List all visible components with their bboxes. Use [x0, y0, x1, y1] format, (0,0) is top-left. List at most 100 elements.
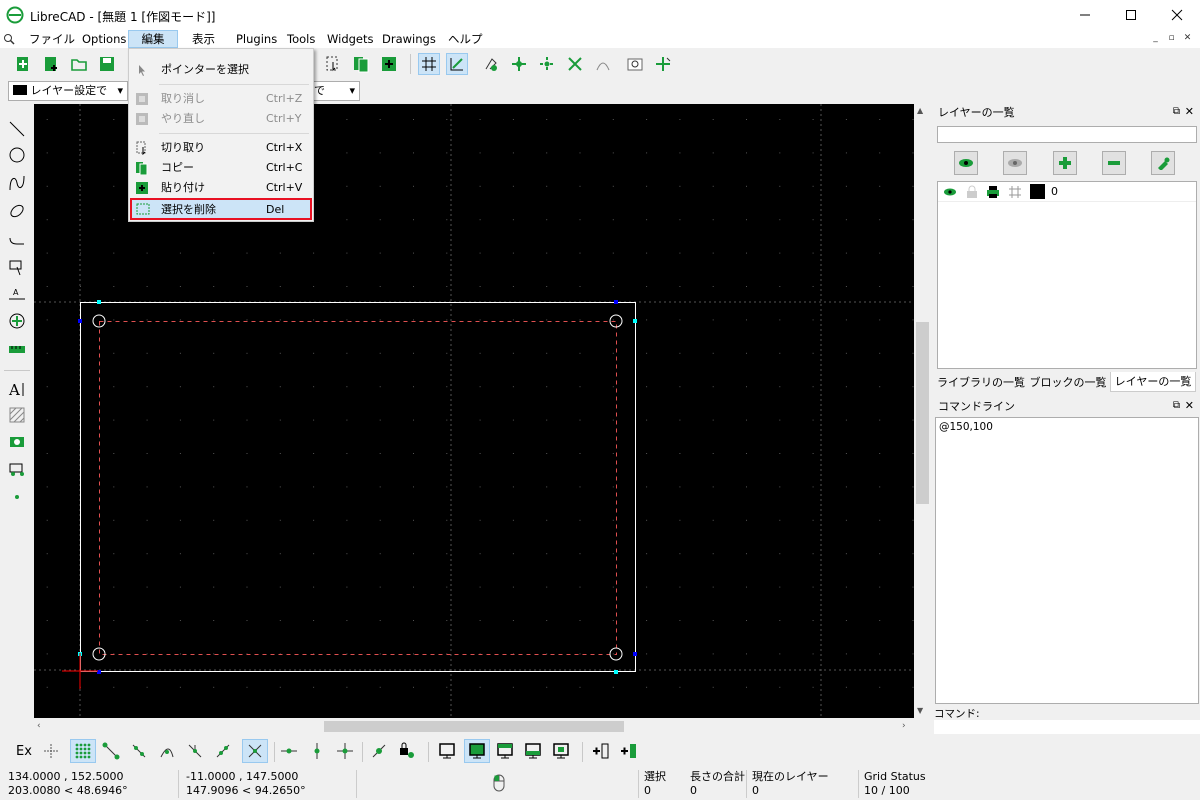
menu-plugins[interactable]: Plugins: [230, 30, 283, 48]
hatch-tool-button[interactable]: [6, 404, 28, 426]
text-tool-button[interactable]: A: [6, 378, 28, 400]
redraw-button[interactable]: [480, 53, 502, 75]
select-window-button[interactable]: [322, 53, 344, 75]
zoom-auto-button[interactable]: [564, 53, 586, 75]
snap-distance-button[interactable]: [212, 740, 234, 762]
menu-help[interactable]: ヘルプ: [442, 30, 489, 48]
add-block-button[interactable]: [590, 740, 612, 762]
remove-layer-button[interactable]: [1102, 151, 1126, 175]
menu-options[interactable]: Options: [76, 30, 132, 48]
ellipse-tool-button[interactable]: [6, 200, 28, 222]
add-layer-button[interactable]: [1053, 151, 1077, 175]
relative-zero-button[interactable]: [368, 740, 390, 762]
menu-tools[interactable]: Tools: [281, 30, 321, 48]
view-layout-1-button[interactable]: [436, 740, 458, 762]
mdi-restore-button[interactable]: ▫: [1165, 32, 1178, 45]
polyline-tool-button[interactable]: [6, 228, 28, 250]
menu-edit[interactable]: 編集: [128, 30, 178, 48]
view-layout-4-button[interactable]: [522, 740, 544, 762]
hide-all-layers-button[interactable]: [1003, 151, 1027, 175]
horizontal-scroll-thumb[interactable]: [324, 721, 624, 732]
layer-lock-icon[interactable]: [966, 185, 978, 199]
snap-intersection-button[interactable]: [242, 739, 268, 763]
menu-file[interactable]: ファイル: [23, 30, 81, 48]
lock-relative-zero-button[interactable]: [396, 740, 418, 762]
insert-block-button[interactable]: [618, 740, 640, 762]
save-button[interactable]: [96, 53, 118, 75]
float-panel-icon[interactable]: ⧉: [1173, 106, 1180, 117]
view-layout-3-button[interactable]: [494, 740, 516, 762]
image-tool-button[interactable]: [6, 430, 28, 452]
pen-width-dropdown[interactable]: で ▾: [310, 81, 360, 101]
mdi-close-button[interactable]: ✕: [1181, 32, 1194, 45]
grip-point[interactable]: [614, 670, 618, 674]
scroll-down-icon[interactable]: ▼: [917, 706, 923, 715]
menu-item-delete-selected[interactable]: 選択を削除 Del: [130, 198, 312, 220]
scroll-up-icon[interactable]: ▲: [917, 106, 923, 115]
snap-center-button[interactable]: [156, 740, 178, 762]
zoom-window-button[interactable]: [624, 53, 646, 75]
point-tool-button[interactable]: [6, 486, 28, 508]
menu-item-redo[interactable]: やり直し Ctrl+Y: [131, 109, 311, 129]
snap-free-button[interactable]: [40, 740, 62, 762]
horizontal-scrollbar[interactable]: ‹ ›: [34, 718, 914, 735]
view-layout-5-button[interactable]: [550, 740, 572, 762]
mdi-minimize-button[interactable]: _: [1149, 32, 1162, 45]
menu-widgets[interactable]: Widgets: [321, 30, 380, 48]
zoom-pan-button[interactable]: [652, 53, 674, 75]
modify-tool-button[interactable]: [6, 310, 28, 332]
close-panel-icon[interactable]: ✕: [1185, 399, 1194, 412]
layer-print-icon[interactable]: [986, 185, 1000, 199]
snap-grid-button[interactable]: [70, 739, 96, 763]
view-layout-2-button[interactable]: [464, 739, 490, 763]
menu-view[interactable]: 表示: [186, 30, 221, 48]
scroll-right-icon[interactable]: ›: [902, 721, 906, 731]
grid-toggle-button[interactable]: [418, 53, 440, 75]
restrict-horizontal-button[interactable]: [278, 740, 300, 762]
maximize-button[interactable]: [1108, 0, 1154, 30]
grip-point[interactable]: [97, 300, 101, 304]
curve-tool-button[interactable]: [6, 172, 28, 194]
select-tool-button[interactable]: [6, 256, 28, 278]
tab-library[interactable]: ライブラリの一覧: [937, 374, 1025, 392]
edit-layer-button[interactable]: [1151, 151, 1175, 175]
float-panel-icon[interactable]: ⧉: [1173, 400, 1180, 411]
minimize-button[interactable]: [1062, 0, 1108, 30]
grip-point[interactable]: [633, 652, 637, 656]
snap-on-entity-button[interactable]: [128, 740, 150, 762]
dimension-tool-button[interactable]: A: [6, 284, 28, 306]
copy-toolbar-button[interactable]: [350, 53, 372, 75]
grip-point[interactable]: [78, 319, 82, 323]
new-file-button[interactable]: [12, 53, 34, 75]
menu-item-paste[interactable]: 貼り付け Ctrl+V: [131, 178, 311, 198]
grip-point[interactable]: [633, 319, 637, 323]
circle-tool-button[interactable]: [6, 144, 28, 166]
zoom-previous-button[interactable]: [592, 53, 614, 75]
menu-item-select-pointer[interactable]: ポインターを選択: [131, 60, 311, 80]
command-input[interactable]: [934, 720, 1200, 734]
layer-filter-input[interactable]: [937, 126, 1197, 143]
close-button[interactable]: [1154, 0, 1200, 30]
menu-item-cut[interactable]: 切り取り Ctrl+X: [131, 138, 311, 158]
scroll-left-icon[interactable]: ‹: [37, 721, 41, 731]
pen-color-dropdown[interactable]: レイヤー設定で ▾: [8, 81, 128, 101]
zoom-in-button[interactable]: [508, 53, 530, 75]
block-tool-button[interactable]: [6, 458, 28, 480]
paste-toolbar-button[interactable]: [378, 53, 400, 75]
snap-endpoint-button[interactable]: [100, 740, 122, 762]
open-file-button[interactable]: [68, 53, 90, 75]
info-tool-button[interactable]: [6, 338, 28, 360]
layer-visible-icon[interactable]: [943, 187, 957, 197]
vertical-scroll-thumb[interactable]: [916, 322, 929, 504]
vertical-scrollbar[interactable]: ▲ ▼: [914, 104, 931, 718]
menu-item-undo[interactable]: 取り消し Ctrl+Z: [131, 89, 311, 109]
show-all-layers-button[interactable]: [954, 151, 978, 175]
menu-drawings[interactable]: Drawings: [376, 30, 442, 48]
zoom-out-button[interactable]: [536, 53, 558, 75]
draft-mode-button[interactable]: [446, 53, 468, 75]
snap-middle-button[interactable]: [184, 740, 206, 762]
new-from-template-button[interactable]: [40, 53, 62, 75]
tab-blocks[interactable]: ブロックの一覧: [1028, 374, 1108, 392]
restrict-vertical-button[interactable]: [306, 740, 328, 762]
grip-point[interactable]: [614, 300, 618, 304]
